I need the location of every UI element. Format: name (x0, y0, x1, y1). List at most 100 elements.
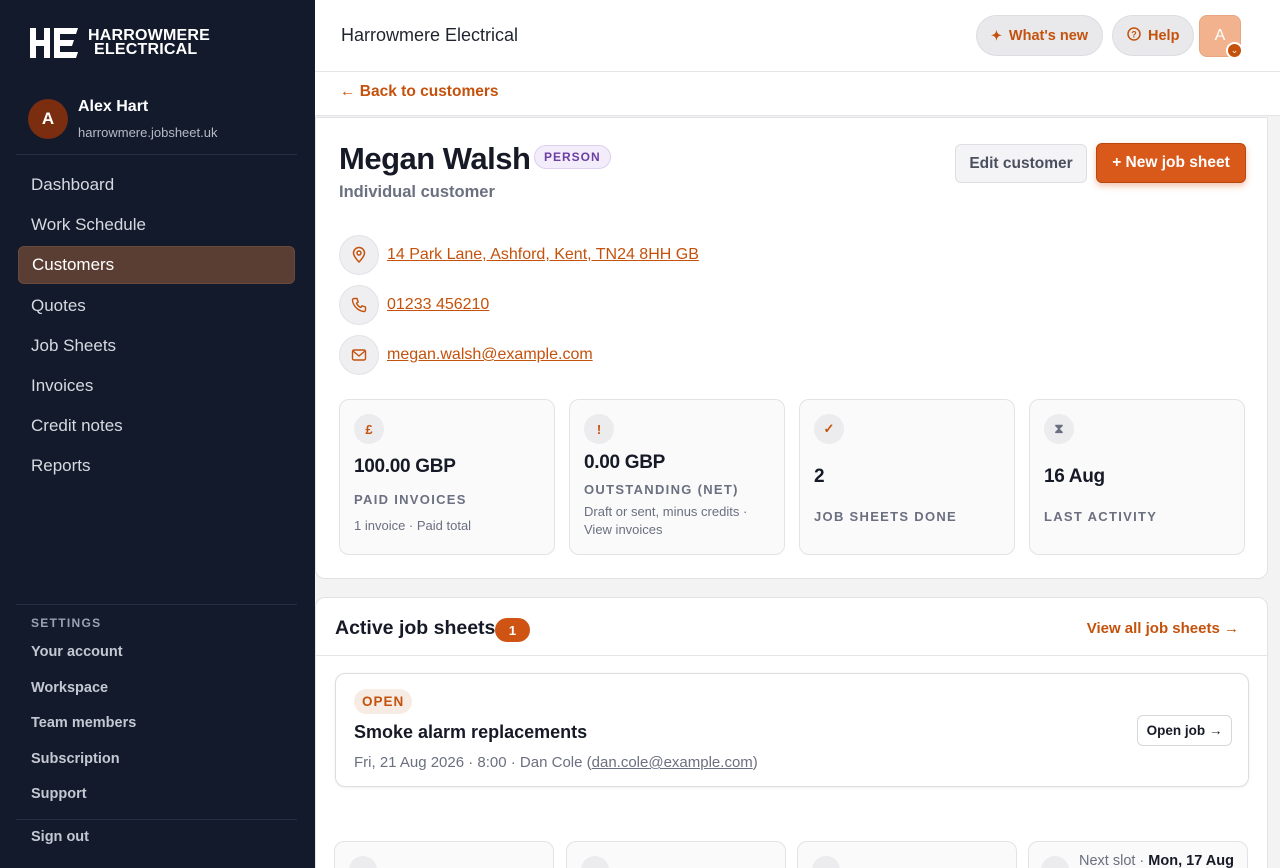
svg-text:?: ? (1131, 30, 1137, 40)
contact-phone: 01233 456210 (339, 285, 489, 325)
alert-icon: ! (584, 414, 614, 444)
avatar-initial: A (1214, 27, 1226, 44)
job-sheet-item[interactable]: OPEN Smoke alarm replacements Fri, 21 Au… (335, 673, 1249, 787)
customer-card: Megan Walsh PERSON Individual customer E… (315, 117, 1268, 579)
view-all-job-sheets-link[interactable]: View all job sheets → (1087, 620, 1239, 637)
sparkle-icon: ✦ (991, 27, 1002, 43)
top-bar: Harrowmere Electrical ✦ What's new ? Hel… (315, 0, 1280, 72)
brand-name: HARROWMERE ELECTRICAL (88, 28, 210, 58)
chevron-down-icon: ⌄ (1226, 42, 1243, 59)
summary-card (566, 841, 786, 868)
next-slot-value: Mon, 17 Aug (1148, 853, 1234, 868)
workspace-title: Harrowmere Electrical (341, 25, 519, 45)
job-meta-text: Fri, 21 Aug 2026 · 8:00 · Dan Cole ( (354, 754, 592, 771)
customer-subtitle: Individual customer (339, 183, 495, 201)
brand-name-line2: ELECTRICAL (94, 41, 198, 58)
stat-outstanding: ! 0.00 GBP OUTSTANDING (NET) Draft or se… (569, 399, 785, 555)
settings-item-team-members[interactable]: Team members (31, 715, 136, 751)
sidebar-item-quotes[interactable]: Quotes (18, 287, 295, 325)
sidebar-item-reports[interactable]: Reports (18, 447, 295, 485)
stat-label: PAID INVOICES (354, 492, 467, 507)
mail-icon (339, 335, 379, 375)
divider (16, 604, 297, 605)
address-link[interactable]: 14 Park Lane, Ashford, Kent, TN24 8HH GB (387, 246, 699, 264)
list-icon (812, 856, 840, 868)
next-slot-label: Next slot · (1079, 853, 1149, 868)
stat-note: 1 invoice · Paid total (354, 518, 472, 533)
summary-card (334, 841, 554, 868)
current-user[interactable]: A Alex Hart harrowmere.jobsheet.uk (28, 98, 217, 140)
sidebar: HARROWMERE ELECTRICAL A Alex Hart harrow… (0, 0, 315, 868)
sign-out-link[interactable]: Sign out (31, 829, 89, 845)
help-circle-icon: ? (1127, 27, 1141, 44)
help-label: Help (1148, 27, 1180, 44)
stat-job-sheets-done: ✓ 2 JOB SHEETS DONE (799, 399, 1015, 555)
sidebar-item-invoices[interactable]: Invoices (18, 367, 295, 405)
settings-heading: SETTINGS (31, 616, 102, 630)
sidebar-item-customers[interactable]: Customers (18, 246, 295, 285)
stat-label: JOB SHEETS DONE (814, 509, 958, 524)
next-slot-card: Next slot · Mon, 17 Aug (1028, 841, 1248, 868)
back-row: ← Back to customers (315, 72, 1280, 116)
job-title: Smoke alarm replacements (354, 722, 588, 742)
avatar: A (28, 99, 68, 139)
job-meta-suffix: ) (752, 754, 758, 771)
back-to-customers-link[interactable]: ← Back to customers (340, 83, 499, 101)
contact-address: 14 Park Lane, Ashford, Kent, TN24 8HH GB (339, 235, 699, 275)
sidebar-item-dashboard[interactable]: Dashboard (18, 166, 295, 204)
whats-new-label: What's new (1008, 27, 1089, 44)
account-menu-avatar[interactable]: A ⌄ (1199, 15, 1243, 59)
edit-customer-button[interactable]: Edit customer (955, 144, 1087, 183)
job-status-badge: OPEN (354, 689, 413, 714)
customer-type-badge: PERSON (534, 145, 611, 169)
whats-new-button[interactable]: ✦ What's new (976, 15, 1104, 56)
pound-icon: £ (354, 414, 384, 444)
jobs-title: Active job sheets (335, 617, 496, 639)
job-meta: Fri, 21 Aug 2026 · 8:00 · Dan Cole (dan.… (354, 754, 758, 771)
sidebar-item-credit-notes[interactable]: Credit notes (18, 407, 295, 445)
open-job-button[interactable]: Open job → (1137, 715, 1232, 746)
divider (16, 819, 297, 820)
jobs-count-badge: 1 (495, 618, 530, 642)
stat-note[interactable]: Draft or sent, minus credits · View invo… (584, 503, 770, 539)
next-slot: Next slot · Mon, 17 Aug (1079, 853, 1234, 868)
stat-value: 100.00 GBP (354, 456, 456, 477)
sidebar-nav: Dashboard Work Schedule Customers Quotes… (18, 166, 295, 488)
stat-label: LAST ACTIVITY (1044, 509, 1158, 524)
hourglass-icon: ⧗ (1044, 414, 1074, 444)
stat-value: 2 (814, 466, 825, 487)
customer-name: Megan Walsh (339, 141, 531, 176)
stat-last-activity: ⧗ 16 Aug LAST ACTIVITY (1029, 399, 1245, 555)
active-job-sheets-card: Active job sheets 1 View all job sheets … (315, 597, 1268, 868)
sidebar-item-work-schedule[interactable]: Work Schedule (18, 206, 295, 244)
settings-item-workspace[interactable]: Workspace (31, 680, 136, 716)
settings-item-your-account[interactable]: Your account (31, 644, 136, 680)
user-name: Alex Hart (78, 98, 149, 115)
user-domain: harrowmere.jobsheet.uk (78, 125, 218, 140)
email-link[interactable]: megan.walsh@example.com (387, 346, 593, 364)
settings-item-subscription[interactable]: Subscription (31, 751, 136, 787)
map-pin-icon (339, 235, 379, 275)
stat-label: OUTSTANDING (NET) (584, 482, 739, 497)
divider (16, 154, 297, 155)
job-assignee-email-link[interactable]: dan.cole@example.com (592, 754, 753, 771)
calendar-icon (349, 856, 377, 868)
jobs-header: Active job sheets 1 View all job sheets … (316, 598, 1267, 656)
settings-nav: Your account Workspace Team members Subs… (31, 644, 136, 822)
brand-logo[interactable]: HARROWMERE ELECTRICAL (30, 26, 210, 60)
check-icon: ✓ (814, 414, 844, 444)
document-icon (581, 856, 609, 868)
summary-card (797, 841, 1017, 868)
help-button[interactable]: ? Help (1112, 15, 1195, 56)
settings-item-support[interactable]: Support (31, 786, 136, 822)
stat-value: 0.00 GBP (584, 452, 666, 473)
new-job-sheet-button[interactable]: + New job sheet (1096, 143, 1246, 183)
logo-mark-icon (30, 28, 78, 58)
phone-icon (339, 285, 379, 325)
calendar-icon (1041, 856, 1069, 868)
stat-value: 16 Aug (1044, 466, 1105, 487)
sidebar-item-job-sheets[interactable]: Job Sheets (18, 327, 295, 365)
stat-paid-invoices: £ 100.00 GBP PAID INVOICES 1 invoice · P… (339, 399, 555, 555)
contact-email: megan.walsh@example.com (339, 335, 593, 375)
phone-link[interactable]: 01233 456210 (387, 296, 489, 314)
